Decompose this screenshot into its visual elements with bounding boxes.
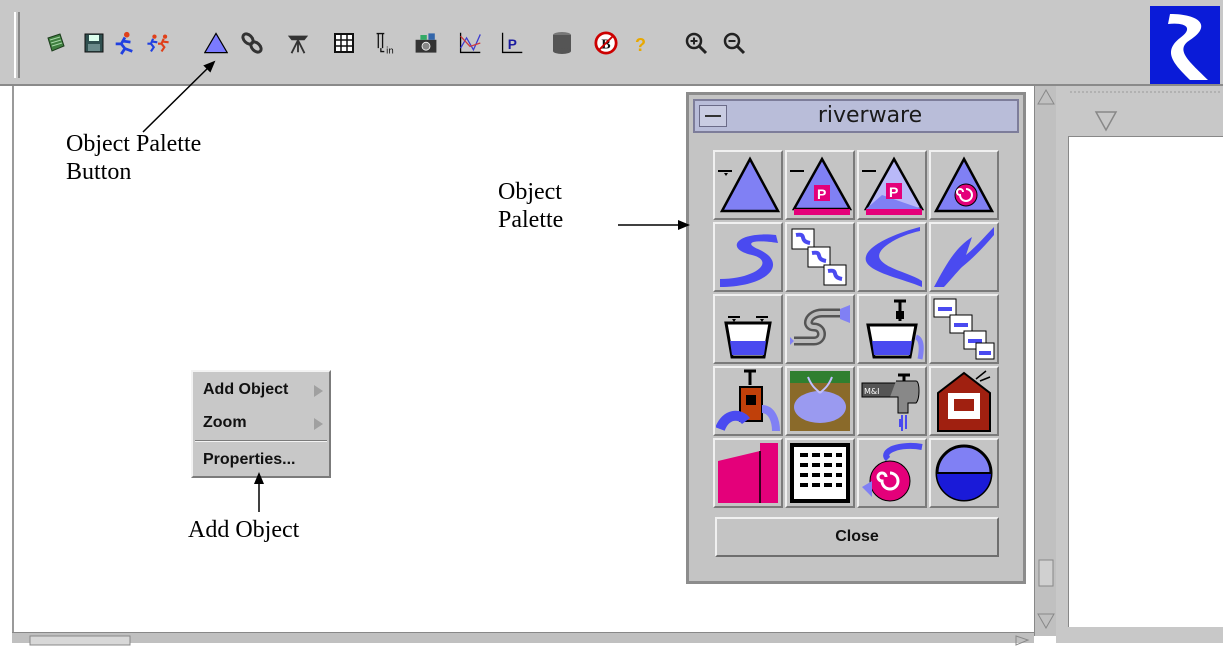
annotation-add-object: Add Object: [188, 517, 300, 543]
toolbar-grip[interactable]: [14, 12, 20, 78]
menu-separator: [195, 440, 327, 442]
svg-text:?: ?: [635, 35, 646, 55]
grid-icon[interactable]: [332, 30, 356, 56]
pumped-storage-icon[interactable]: [929, 150, 999, 220]
storage-reservoir-icon[interactable]: [713, 150, 783, 220]
help-icon[interactable]: ?: [628, 30, 652, 56]
stop-icon[interactable]: B: [594, 30, 618, 56]
plot-icon[interactable]: [458, 30, 482, 56]
menu-item-add-object[interactable]: Add Object: [203, 376, 288, 404]
annotation-object-palette-button: Object Palette Button: [66, 131, 202, 185]
input-icon[interactable]: in: [374, 30, 398, 56]
reach-icon[interactable]: [713, 222, 783, 292]
aggregate-reach-icon[interactable]: [785, 222, 855, 292]
camera-icon[interactable]: [414, 30, 438, 56]
stream-gage-icon[interactable]: [713, 438, 783, 508]
svg-text:P: P: [889, 184, 898, 200]
vertical-scrollbar[interactable]: [1034, 86, 1056, 636]
object-palette-window: riverware P P M&I Close: [686, 92, 1026, 584]
canal-icon[interactable]: [713, 294, 783, 364]
submenu-arrow-icon: [314, 418, 323, 430]
bifurcation-icon[interactable]: [929, 222, 999, 292]
svg-text:P: P: [508, 37, 517, 52]
menu-item-zoom[interactable]: Zoom: [203, 409, 247, 437]
slope-power-reservoir-icon[interactable]: P: [857, 150, 927, 220]
riverware-logo: [1150, 6, 1220, 84]
toolbar: in P B ?: [0, 0, 1223, 86]
policy-icon[interactable]: P: [500, 30, 524, 56]
zoom-out-icon[interactable]: [722, 30, 746, 56]
run-icon[interactable]: [112, 30, 136, 56]
menu-item-properties[interactable]: Properties...: [203, 446, 295, 474]
aggregate-diversion-icon[interactable]: [929, 294, 999, 364]
object-palette-icon[interactable]: [204, 30, 228, 56]
data-object-icon[interactable]: [785, 438, 855, 508]
confluence-icon[interactable]: [857, 222, 927, 292]
palette-minimize-button[interactable]: [699, 105, 727, 127]
right-panel-list[interactable]: [1068, 136, 1223, 627]
canvas-context-menu: Add Object Zoom Properties...: [191, 370, 331, 478]
database-icon[interactable]: [550, 30, 574, 56]
horizontal-scrollbar[interactable]: [12, 632, 1034, 646]
thermal-icon[interactable]: [929, 366, 999, 436]
open-icon[interactable]: [44, 30, 68, 56]
svg-text:M&I: M&I: [864, 387, 880, 396]
save-icon[interactable]: [82, 30, 106, 56]
submenu-arrow-icon: [314, 385, 323, 397]
diversion-icon[interactable]: [857, 294, 927, 364]
palette-titlebar[interactable]: riverware: [693, 99, 1019, 133]
svg-text:P: P: [817, 186, 826, 202]
right-panel: [1056, 86, 1223, 643]
palette-close-button[interactable]: Close: [715, 517, 999, 557]
inline-pump-icon[interactable]: [929, 438, 999, 508]
svg-text:in: in: [386, 46, 394, 56]
palette-grid: P P M&I: [713, 150, 999, 508]
annotation-object-palette: Object Palette: [498, 179, 564, 233]
telescope-icon[interactable]: [286, 30, 310, 56]
palette-title: riverware: [817, 103, 923, 128]
step-run-icon[interactable]: [146, 30, 170, 56]
link-icon[interactable]: [240, 30, 264, 56]
distribution-canal-icon[interactable]: [713, 366, 783, 436]
water-user-icon[interactable]: M&I: [857, 366, 927, 436]
level-power-reservoir-icon[interactable]: P: [785, 150, 855, 220]
zoom-in-icon[interactable]: [684, 30, 708, 56]
pump-icon[interactable]: [857, 438, 927, 508]
groundwater-storage-icon[interactable]: [785, 366, 855, 436]
pipeline-icon[interactable]: [785, 294, 855, 364]
